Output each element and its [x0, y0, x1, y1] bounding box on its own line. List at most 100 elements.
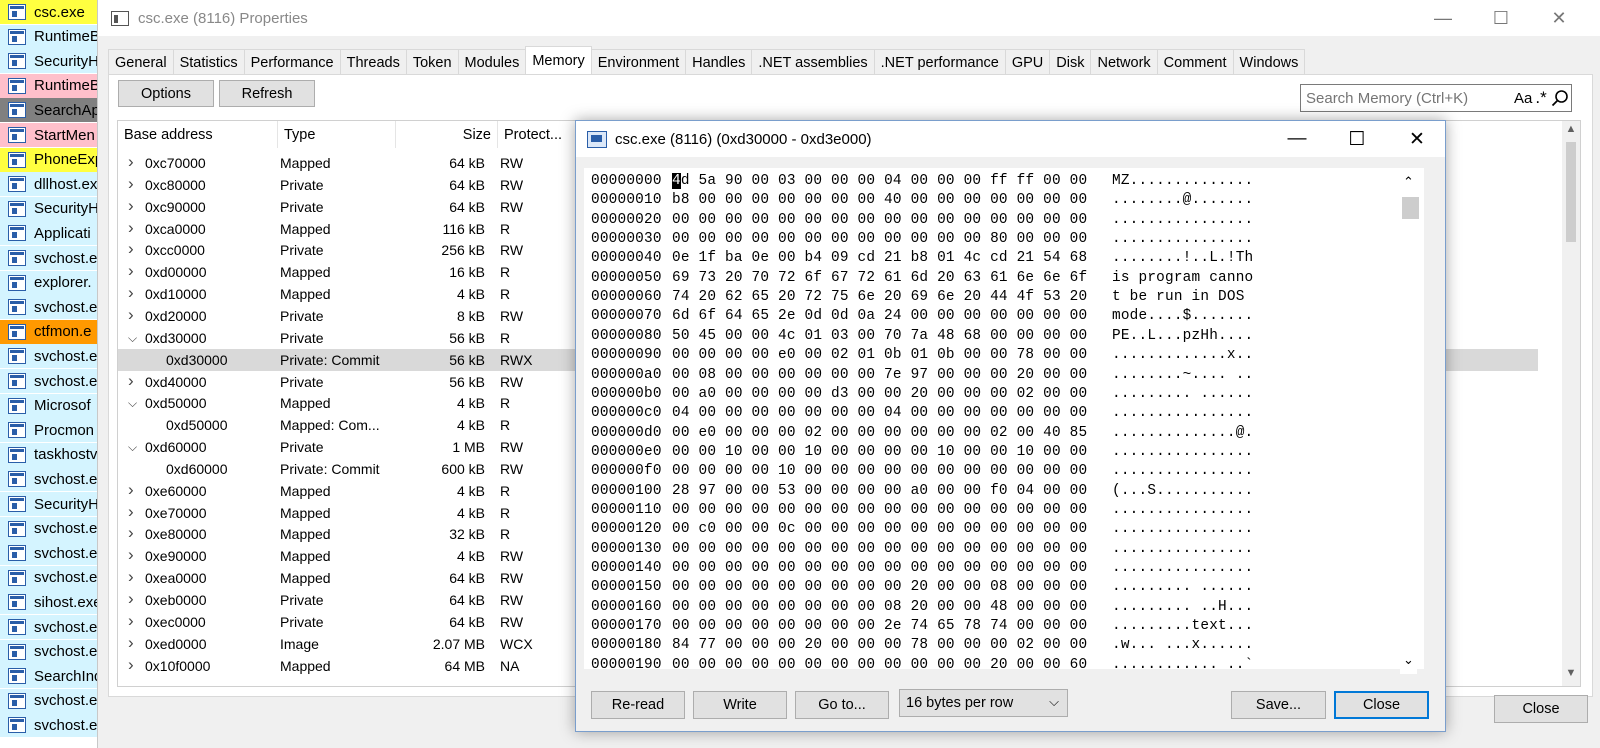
chevron-right-icon[interactable]: › — [128, 305, 134, 325]
hex-bytes[interactable]: 00 00 00 00 00 00 00 00 08 20 00 00 48 0… — [672, 599, 1087, 615]
hex-ascii[interactable]: ................ — [1112, 541, 1253, 557]
hex-bytes[interactable]: 00 a0 00 00 00 00 d3 00 00 20 00 00 00 0… — [672, 386, 1087, 402]
hex-bytes[interactable]: 00 00 00 00 00 00 00 00 00 00 00 00 20 0… — [672, 657, 1087, 669]
process-item[interactable]: svchost.e — [0, 467, 97, 492]
hex-bytes[interactable]: 0e 1f ba 0e 00 b4 09 cd 21 b8 01 4c cd 2… — [672, 250, 1087, 266]
match-case-toggle[interactable]: Aa — [1514, 90, 1532, 107]
process-item[interactable]: explorer. — [0, 270, 97, 295]
process-item[interactable]: svchost.e — [0, 295, 97, 320]
hex-ascii[interactable]: ........~.... .. — [1112, 367, 1253, 383]
memory-list-scrollbar[interactable]: ▲ ▼ — [1562, 121, 1580, 686]
hex-scrollbar-thumb[interactable] — [1402, 197, 1419, 219]
hex-close-icon[interactable]: ✕ — [1388, 121, 1446, 157]
process-item[interactable]: svchost.e — [0, 344, 97, 369]
process-item[interactable]: sihost.exe — [0, 590, 97, 615]
hex-ascii[interactable]: is program canno — [1112, 270, 1253, 286]
chevron-right-icon[interactable]: › — [128, 196, 134, 216]
process-item[interactable]: svchost.e — [0, 713, 97, 738]
process-item[interactable]: Microsof — [0, 393, 97, 418]
hex-bytes[interactable]: 4d 5a 90 00 03 00 00 00 04 00 00 00 ff f… — [672, 173, 1087, 189]
process-item[interactable]: Procmon — [0, 418, 97, 443]
chevron-right-icon[interactable]: › — [128, 545, 134, 565]
hex-ascii[interactable]: ..............@. — [1112, 425, 1253, 441]
tab-threads[interactable]: Threads — [339, 49, 407, 75]
hex-ascii[interactable]: ................ — [1112, 463, 1253, 479]
tab-net-assemblies[interactable]: .NET assemblies — [751, 49, 875, 75]
hex-ascii[interactable]: ........!..L.!Th — [1112, 250, 1253, 266]
hex-ascii[interactable]: ................ — [1112, 560, 1253, 576]
write-button[interactable]: Write — [693, 691, 787, 719]
chevron-right-icon[interactable]: › — [128, 371, 134, 391]
process-item[interactable]: SearchAp — [0, 98, 97, 123]
hex-ascii[interactable]: ................ — [1112, 231, 1253, 247]
refresh-button[interactable]: Refresh — [219, 80, 315, 107]
chevron-right-icon[interactable]: › — [128, 655, 134, 675]
hex-ascii[interactable]: .............x.. — [1112, 347, 1253, 363]
tab-statistics[interactable]: Statistics — [172, 49, 245, 75]
process-item[interactable]: csc.exe — [0, 0, 97, 24]
hex-bytes[interactable]: 00 00 00 00 00 00 00 00 00 00 00 00 80 0… — [672, 231, 1087, 247]
scroll-down-icon[interactable]: ▼ — [1562, 667, 1580, 685]
hex-ascii[interactable]: ......... ..H... — [1112, 599, 1253, 615]
regex-toggle[interactable]: .* — [1535, 88, 1546, 108]
chevron-down-icon[interactable]: ⌵ — [128, 331, 137, 346]
hex-bytes[interactable]: 00 00 00 00 00 00 00 00 00 00 00 00 00 0… — [672, 560, 1087, 576]
reread-button[interactable]: Re-read — [591, 691, 685, 719]
hex-ascii[interactable]: ................ — [1112, 405, 1253, 421]
hex-ascii[interactable]: ............ ..` — [1112, 657, 1253, 669]
chevron-right-icon[interactable]: › — [128, 567, 134, 587]
tab-windows[interactable]: Windows — [1232, 49, 1306, 75]
tab-performance[interactable]: Performance — [243, 49, 341, 75]
column-protection[interactable]: Protect... — [498, 121, 576, 148]
process-item[interactable]: svchost.e — [0, 688, 97, 713]
process-item[interactable]: SearchInd — [0, 664, 97, 689]
hex-bytes[interactable]: 00 00 00 00 00 00 00 00 00 00 00 00 00 0… — [672, 212, 1087, 228]
hex-scroll-up-icon[interactable]: ⌃ — [1400, 174, 1417, 192]
chevron-right-icon[interactable]: › — [128, 633, 134, 653]
chevron-right-icon[interactable]: › — [128, 502, 134, 522]
hex-bytes[interactable]: 00 00 00 00 e0 00 02 01 0b 01 0b 00 00 7… — [672, 347, 1087, 363]
hex-minimize-icon[interactable]: — — [1268, 121, 1326, 157]
hex-ascii[interactable]: ................ — [1112, 444, 1253, 460]
process-item[interactable]: svchost.e — [0, 639, 97, 664]
tab-comment[interactable]: Comment — [1156, 49, 1234, 75]
chevron-right-icon[interactable]: › — [128, 523, 134, 543]
hex-ascii[interactable]: ................ — [1112, 502, 1253, 518]
options-button[interactable]: Options — [118, 80, 214, 107]
hex-bytes[interactable]: 00 00 10 00 00 10 00 00 00 00 10 00 00 1… — [672, 444, 1087, 460]
tab-net-performance[interactable]: .NET performance — [873, 49, 1006, 75]
hex-ascii[interactable]: PE..L...pzHh.... — [1112, 328, 1253, 344]
process-item[interactable]: SecurityH — [0, 492, 97, 516]
chevron-right-icon[interactable]: › — [128, 589, 134, 609]
process-item[interactable]: SecurityH — [0, 196, 97, 221]
chevron-right-icon[interactable]: › — [128, 283, 134, 303]
hex-view-scrollbar[interactable]: ⌃ ⌄ — [1400, 174, 1419, 674]
hex-ascii[interactable]: ......... ...... — [1112, 386, 1253, 402]
process-item[interactable]: svchost.e — [0, 615, 97, 639]
process-item[interactable]: svchost.e — [0, 369, 97, 393]
process-item[interactable]: taskhostv — [0, 442, 97, 467]
tab-memory[interactable]: Memory — [525, 46, 592, 74]
hex-ascii[interactable]: MZ.............. — [1112, 173, 1253, 189]
hex-bytes[interactable]: 00 08 00 00 00 00 00 00 7e 97 00 00 00 2… — [672, 367, 1087, 383]
scrollbar-thumb[interactable] — [1566, 142, 1576, 242]
process-item[interactable]: svchost.e — [0, 565, 97, 590]
hex-bytes[interactable]: 00 00 00 00 00 00 00 00 00 00 00 00 00 0… — [672, 541, 1087, 557]
hex-bytes[interactable]: 69 73 20 70 72 6f 67 72 61 6d 20 63 61 6… — [672, 270, 1087, 286]
chevron-right-icon[interactable]: › — [128, 261, 134, 281]
column-size[interactable]: Size — [396, 121, 498, 148]
process-item[interactable]: Applicati — [0, 221, 97, 246]
process-item[interactable]: dllhost.ex — [0, 172, 97, 197]
column-base-address[interactable]: Base address — [118, 121, 278, 148]
hex-ascii[interactable]: t be run in DOS — [1112, 289, 1253, 305]
hex-ascii[interactable]: ................ — [1112, 521, 1253, 537]
chevron-right-icon[interactable]: › — [128, 239, 134, 259]
hex-bytes[interactable]: 04 00 00 00 00 00 00 00 04 00 00 00 00 0… — [672, 405, 1087, 421]
hex-bytes[interactable]: 00 00 00 00 00 00 00 00 00 00 00 00 00 0… — [672, 502, 1087, 518]
column-type[interactable]: Type — [278, 121, 396, 148]
bytes-per-row-select[interactable]: 16 bytes per row ⌵ — [899, 689, 1068, 717]
hex-maximize-icon[interactable]: ☐ — [1328, 121, 1386, 157]
save-button[interactable]: Save... — [1231, 691, 1326, 719]
chevron-down-icon[interactable]: ⌵ — [128, 440, 137, 455]
process-item[interactable]: StartMen — [0, 123, 97, 147]
